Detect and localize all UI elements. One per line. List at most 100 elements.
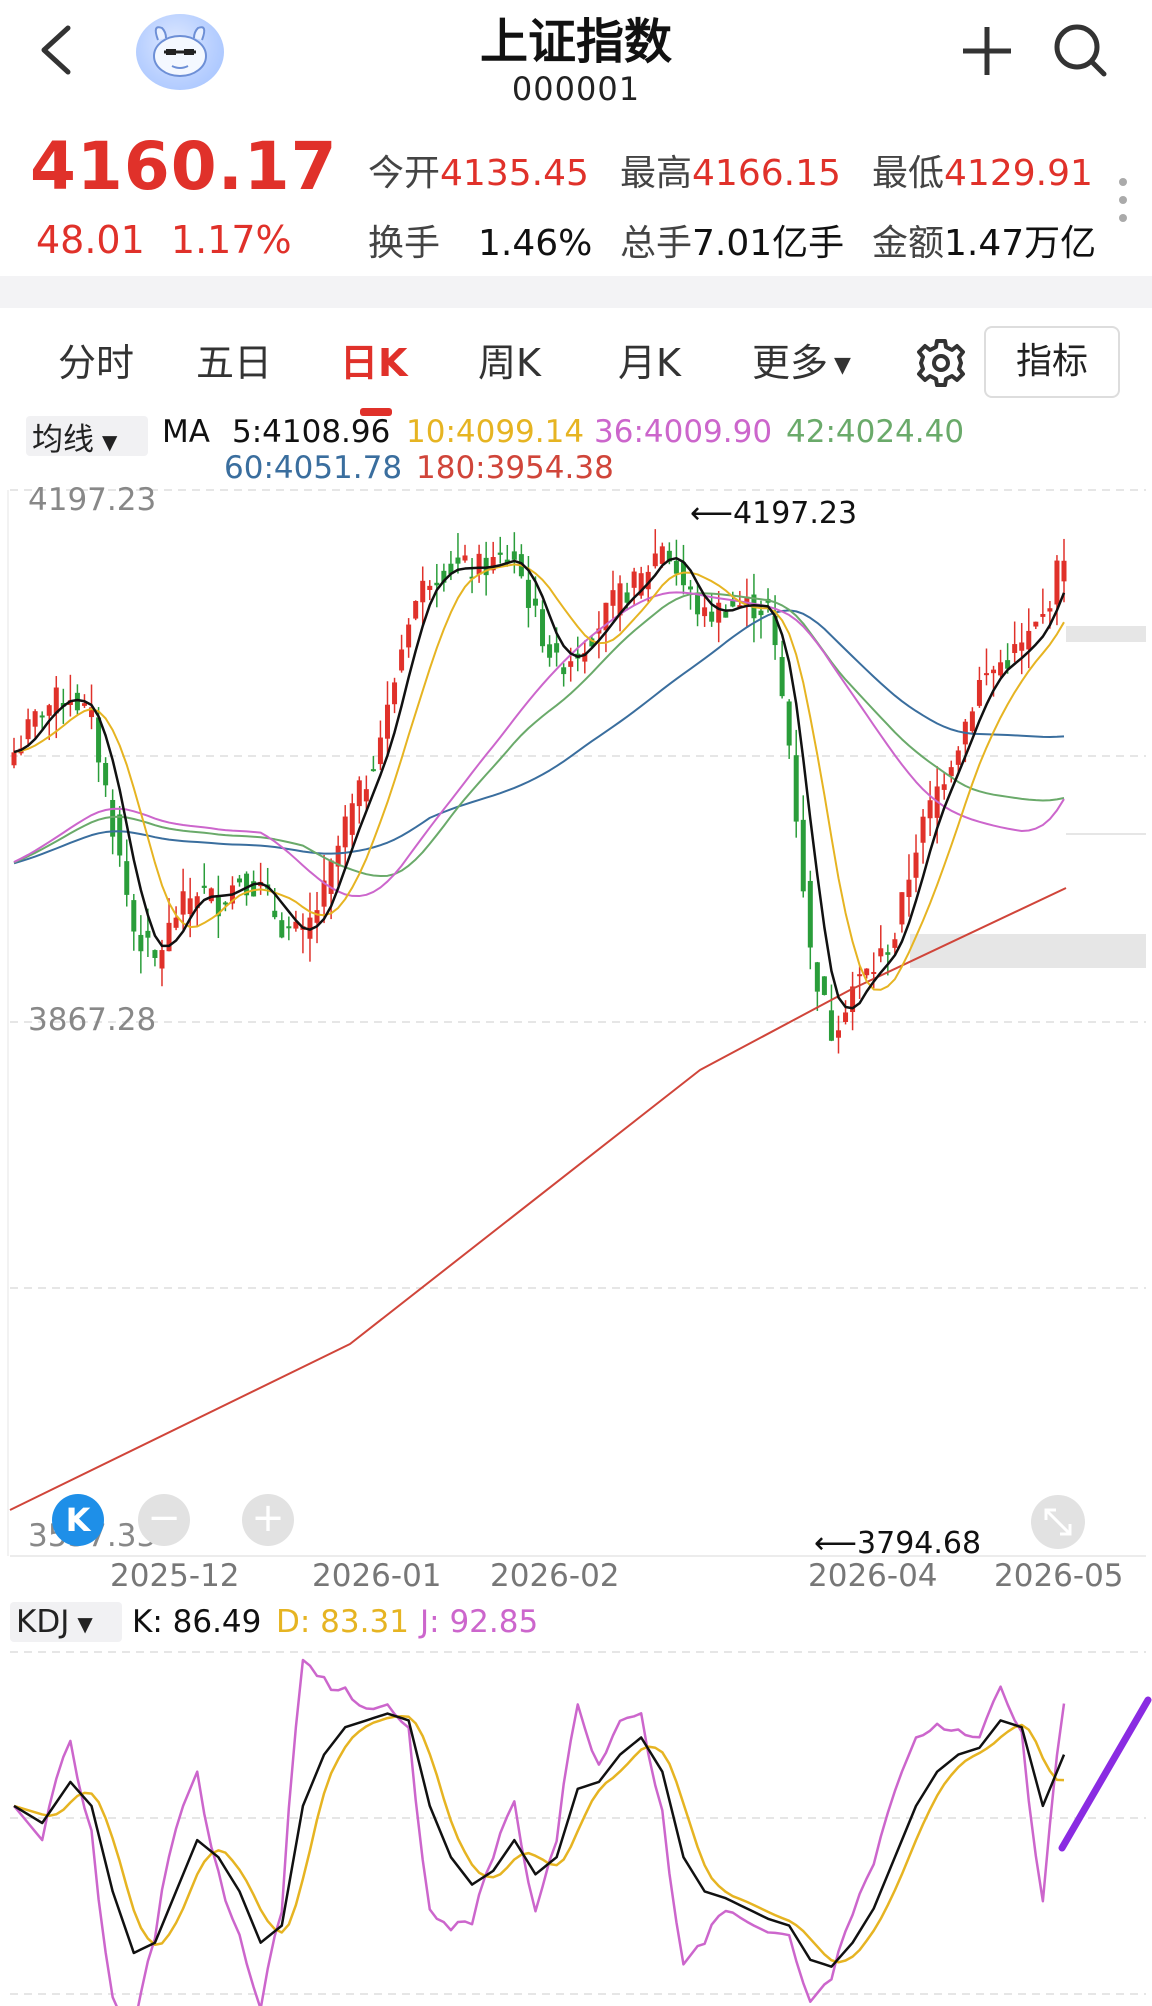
open-value: 4135.45	[440, 153, 589, 194]
kdj-d-value: D: 83.31	[276, 1604, 409, 1640]
volume-value: 7.01亿手	[692, 223, 845, 264]
candle-body	[547, 644, 553, 658]
candle-body	[406, 624, 412, 648]
candle-body	[814, 962, 820, 992]
candle-body	[279, 920, 285, 938]
candle-body	[124, 861, 130, 895]
candle-body	[1054, 560, 1060, 605]
candle-body	[709, 611, 715, 622]
k-logo-icon[interactable]: K	[52, 1494, 104, 1546]
tab-weekly-k[interactable]: 周K	[478, 332, 541, 387]
more-dots-icon[interactable]	[1116, 176, 1130, 226]
candle-body	[688, 586, 694, 590]
turnover-value: 1.46%	[478, 223, 593, 264]
candle-body	[554, 643, 560, 653]
candle-body	[906, 879, 912, 898]
kdj-selector-text: KDJ	[16, 1604, 70, 1640]
candle-body	[652, 553, 658, 567]
tab-daily-k[interactable]: 日K	[340, 332, 407, 387]
candle-body	[631, 571, 637, 588]
tab-intraday[interactable]: 分时	[58, 332, 134, 387]
high-value: 4166.15	[692, 153, 841, 194]
candle-body	[998, 662, 1004, 676]
ma5-value: 5:4108.96	[232, 414, 391, 450]
candle-body	[864, 968, 870, 976]
candle-body	[138, 934, 144, 952]
candle-body	[476, 553, 482, 575]
candle-body	[11, 752, 17, 766]
open-label: 今开	[368, 153, 441, 194]
candle-body	[793, 755, 799, 822]
candle-body	[1061, 560, 1067, 582]
indicator-button[interactable]: 指标	[984, 326, 1120, 398]
kdj-chart[interactable]	[0, 1640, 1152, 2006]
search-icon[interactable]	[1050, 20, 1110, 80]
candle-body	[399, 649, 405, 671]
candle-body	[807, 880, 813, 948]
candle-body	[32, 711, 38, 727]
tab-five-day[interactable]: 五日	[196, 332, 272, 387]
price-marker-band	[910, 934, 1146, 968]
kdj-d-line	[13, 1715, 1065, 1964]
x-axis-label: 2026-05	[994, 1558, 1124, 1594]
ma-label: MA	[162, 414, 210, 450]
zoom-in-icon[interactable]: +	[242, 1494, 294, 1546]
candle-body	[568, 661, 574, 667]
fullscreen-icon[interactable]	[1030, 1494, 1086, 1550]
candles-group	[11, 529, 1067, 1054]
candle-body	[103, 762, 109, 786]
turnover-label: 换手	[368, 223, 441, 264]
candle-body	[413, 601, 419, 619]
candle-body	[532, 598, 538, 606]
current-price: 4160.17	[30, 128, 338, 205]
high-stat: 最高4166.15	[620, 144, 841, 196]
high-label: 最高	[620, 153, 693, 194]
tab-monthly-k[interactable]: 月K	[618, 332, 681, 387]
plus-icon[interactable]	[958, 22, 1016, 80]
amount-value: 1.47万亿	[944, 223, 1097, 264]
candle-body	[1026, 630, 1032, 650]
high-annotation: ⟵4197.23	[690, 496, 857, 531]
low-annotation-value: 3794.68	[857, 1526, 982, 1561]
candle-body	[1040, 614, 1046, 617]
turnover-stat: 换手 1.46%	[368, 214, 592, 266]
candle-body	[695, 593, 701, 615]
gear-icon[interactable]	[912, 334, 970, 392]
low-label: 最低	[872, 153, 945, 194]
candle-body	[384, 704, 390, 739]
candle-body	[821, 976, 827, 995]
change-value: 48.01	[36, 218, 145, 262]
tab-more-label: 更多	[752, 341, 829, 385]
candle-body	[455, 557, 461, 564]
section-divider	[0, 276, 1152, 308]
candle-body	[1012, 644, 1018, 654]
zoom-out-icon[interactable]: −	[138, 1494, 190, 1546]
candle-body	[131, 900, 137, 932]
candle-body	[835, 1030, 841, 1038]
candle-body	[427, 585, 433, 590]
candle-body	[920, 816, 926, 843]
ma-selector-label: 均线 ▼	[32, 414, 117, 459]
candle-body	[145, 930, 151, 938]
candle-body	[843, 1012, 849, 1023]
candle-body	[314, 910, 320, 923]
candle-body	[363, 789, 369, 802]
candle-body	[828, 1010, 834, 1041]
candle-body	[39, 715, 45, 718]
high-annotation-value: 4197.23	[733, 496, 858, 531]
tab-more[interactable]: 更多 ▼	[752, 332, 851, 387]
candle-body	[779, 657, 785, 697]
candle-body	[525, 579, 531, 608]
candle-body	[187, 898, 193, 915]
candle-body	[272, 910, 278, 918]
low-annotation: ⟵3794.68	[814, 1526, 981, 1561]
candle-body	[991, 669, 997, 674]
kline-chart[interactable]	[0, 470, 1152, 1590]
candle-body	[159, 950, 165, 969]
candle-body	[511, 551, 517, 560]
candle-body	[716, 602, 722, 623]
chevron-down-icon: ▼	[102, 429, 118, 454]
candle-body	[540, 609, 546, 647]
candle-body	[201, 885, 207, 888]
candle-body	[434, 582, 440, 586]
